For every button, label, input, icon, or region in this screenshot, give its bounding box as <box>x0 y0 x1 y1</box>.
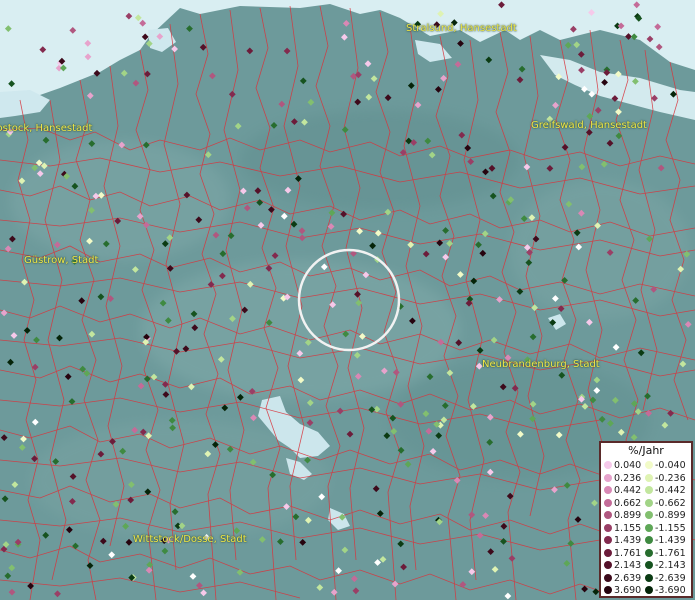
legend-entry-positive: 0.662 <box>604 498 641 510</box>
legend-swatch <box>604 498 612 507</box>
city-label-wittstock: Wittstock/Dosse, Stadt <box>133 534 247 545</box>
legend-swatch <box>604 573 612 582</box>
legend-swatch <box>604 548 612 557</box>
legend: %/Jahr 0.040 -0.040 0.236 -0.236 0.442 -0.442… <box>599 441 693 598</box>
legend-label: 0.899 <box>614 510 642 521</box>
legend-swatch <box>604 523 612 532</box>
legend-label: -1.439 <box>655 535 686 546</box>
legend-swatch <box>604 536 612 544</box>
legend-entry-negative: -0.899 <box>645 510 686 522</box>
legend-label: -0.899 <box>655 510 686 521</box>
legend-entry-negative: -3.690 <box>645 585 686 597</box>
legend-label: -3.690 <box>655 585 686 596</box>
legend-label: -0.442 <box>655 485 686 496</box>
city-label-stralsund: Stralsund, Hansestadt <box>406 23 517 34</box>
legend-label: 0.236 <box>614 472 642 484</box>
legend-label: 0.662 <box>614 497 642 509</box>
legend-entry-negative: -1.761 <box>645 548 686 560</box>
legend-entry-positive: 2.143 <box>604 560 641 572</box>
legend-label: -2.143 <box>655 560 686 571</box>
city-label-neubrandenburg: Neubrandenburg, Stadt <box>482 359 600 370</box>
legend-label: -0.040 <box>655 460 686 471</box>
legend-swatch <box>645 511 653 519</box>
city-label-guestrow: Güstrow, Stadt <box>24 255 99 266</box>
legend-label: -0.236 <box>655 472 686 484</box>
legend-label: 1.761 <box>614 547 642 559</box>
legend-entry-negative: -0.442 <box>645 485 686 497</box>
legend-swatch <box>645 586 653 594</box>
legend-swatch <box>645 573 653 582</box>
legend-swatch <box>645 486 653 494</box>
legend-label: -1.155 <box>655 522 686 534</box>
city-label-rostock: Rostock, Hansestadt <box>0 123 93 134</box>
legend-label: 0.442 <box>614 485 642 496</box>
legend-entry-positive: 3.690 <box>604 585 641 597</box>
legend-entry-negative: -0.662 <box>645 498 686 510</box>
legend-entry-positive: 1.439 <box>604 535 641 547</box>
legend-label: 1.439 <box>614 535 642 546</box>
legend-swatch <box>645 536 653 544</box>
legend-label: 1.155 <box>614 522 642 534</box>
legend-label: 2.143 <box>614 560 642 571</box>
legend-swatch <box>645 523 653 532</box>
legend-entry-negative: -2.639 <box>645 573 686 585</box>
legend-swatch <box>604 586 612 594</box>
legend-entry-positive: 0.040 <box>604 460 641 472</box>
legend-entry-positive: 0.236 <box>604 473 641 485</box>
legend-swatch <box>645 548 653 557</box>
legend-entry-negative: -1.439 <box>645 535 686 547</box>
legend-label: -0.662 <box>655 497 686 509</box>
legend-title: %/Jahr <box>628 444 664 457</box>
legend-entry-positive: 0.899 <box>604 510 641 522</box>
legend-entry-positive: 2.639 <box>604 573 641 585</box>
legend-swatch <box>604 473 612 482</box>
legend-label: 3.690 <box>614 585 642 596</box>
legend-swatch <box>604 511 612 519</box>
legend-entry-positive: 1.155 <box>604 523 641 535</box>
legend-label: 2.639 <box>614 572 642 584</box>
city-label-greifswald: Greifswald, Hansestadt <box>531 120 647 131</box>
legend-entry-positive: 1.761 <box>604 548 641 560</box>
legend-entry-negative: -0.040 <box>645 460 686 472</box>
legend-entry-positive: 0.442 <box>604 485 641 497</box>
legend-swatch <box>604 561 612 569</box>
legend-label: -1.761 <box>655 547 686 559</box>
legend-entry-negative: -0.236 <box>645 473 686 485</box>
legend-swatch <box>645 473 653 482</box>
legend-swatch <box>645 461 653 469</box>
map-view[interactable]: Stralsund, Hansestadt Rostock, Hansestad… <box>0 0 695 600</box>
legend-entry-negative: -2.143 <box>645 560 686 572</box>
legend-label: 0.040 <box>614 460 642 471</box>
legend-swatch <box>645 561 653 569</box>
legend-swatch <box>604 486 612 494</box>
legend-swatch <box>604 461 612 469</box>
legend-entry-negative: -1.155 <box>645 523 686 535</box>
legend-label: -2.639 <box>655 572 686 584</box>
legend-swatch <box>645 498 653 507</box>
map-canvas[interactable] <box>0 0 695 600</box>
